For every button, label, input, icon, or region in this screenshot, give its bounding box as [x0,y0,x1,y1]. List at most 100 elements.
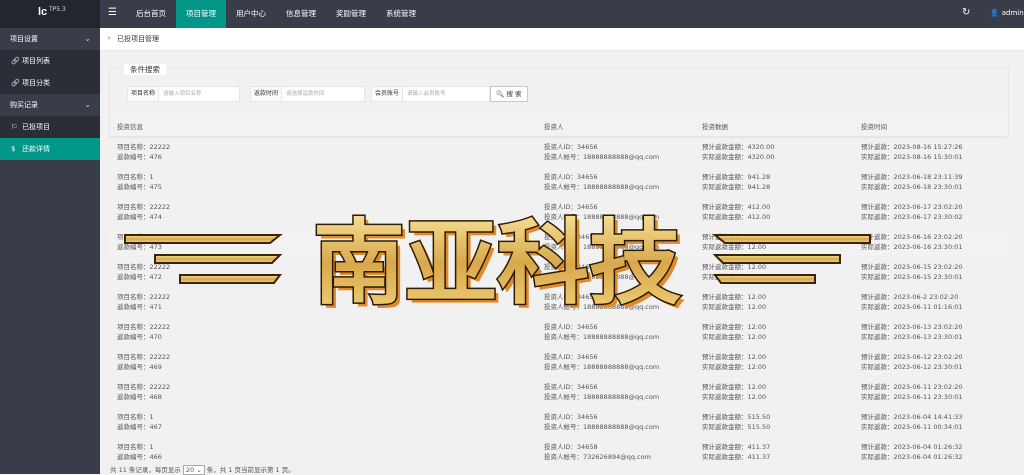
search-refund-time-input[interactable]: 请选择返款时间 [281,86,365,102]
menu-toggle-icon[interactable]: ☰ [108,7,117,18]
cell-line: 投资人帐号：18888888888@qq.com [544,392,660,401]
table-row: 项目名称：22222 返款编号：474 投资人ID：34656 投资人帐号：18888… [110,196,1006,227]
cell-line: 投资人帐号：18888888888@qq.com [544,362,660,371]
cell-line: 实际返款：2023-06-11 00:34:01 [861,422,963,431]
user-menu[interactable]: 👤 admin [990,9,1024,17]
sidebar-item-project-category[interactable]: 🔗 项目分类 [0,72,100,94]
cell-investment-info: 项目名称：1 返款编号：467 [110,406,537,437]
search-member-account-label: 会员账号 [371,86,404,102]
cell-investment-info: 项目名称：22222 返款编号：469 [110,346,537,377]
cell-line: 预计返款：2023-06-16 23:02:20 [861,232,963,241]
cell-line: 预计返款：2023-06-2 23:02:20 [861,292,959,301]
cell-line: 返款编号：475 [117,182,162,191]
table-row: 项目名称：22222 返款编号：470 投资人ID：34656 投资人帐号：18888… [110,316,1006,347]
cell-investor: 投资人ID：34656 投资人帐号：18888888888@qq.com [537,226,695,257]
table-row: 项目名称：22222 返款编号：471 投资人ID：34656 投资人帐号：18888… [110,286,1006,317]
cell-line: 返款编号：472 [117,272,162,281]
nav-item-home[interactable]: 后台首页 [126,0,176,28]
cell-investment-time: 预计返款：2023-06-13 23:02:20 实际返款：2023-06-13 … [854,316,1006,347]
cell-investor: 投资人ID：34656 投资人帐号：18888888888@qq.com [537,286,695,317]
nav-item-info[interactable]: 信息管理 [276,0,326,28]
refresh-icon[interactable]: ↻ [962,7,970,18]
search-project-name-label: 项目名称 [127,86,160,102]
sidebar-item-invested-projects[interactable]: ⚐ 已投项目 [0,116,100,138]
cell-investment-data: 预计返款金额：12.00 实际返款金额：12.00 [695,376,854,407]
cell-line: 实际返款金额：12.00 [702,332,767,341]
cell-line: 预计返款金额：4320.00 [702,142,775,151]
cell-line: 实际返款：2023-06-11 23:30:01 [861,392,963,401]
pagination: 共 11 条记录，每页显示 20 ⌄ 条，共 1 页当前显示第 1 页。 [110,464,295,475]
sidebar-item-repayment-details[interactable]: $ 还款详情 [0,138,100,160]
cell-line: 投资人ID：34656 [544,142,598,151]
cell-line: 项目名称：22222 [117,322,171,331]
cell-investment-data: 预计返款金额：12.00 实际返款金额：12.00 [695,226,854,257]
nav-item-rewards[interactable]: 奖励管理 [326,0,376,28]
cell-investment-time: 预计返款：2023-08-16 15:27:26 实际返款：2023-08-16 … [854,136,1006,167]
cell-line: 预计返款金额：411.37 [702,442,771,451]
cell-investor: 投资人ID：34656 投资人帐号：18888888888@qq.com [537,346,695,377]
cell-line: 实际返款：2023-06-15 23:30:01 [861,272,963,281]
cell-investment-data: 预计返款金额：4320.00 实际返款金额：4320.00 [695,136,854,167]
sidebar-item-project-list[interactable]: 🔗 项目列表 [0,50,100,72]
cell-line: 返款编号：474 [117,212,162,221]
cell-line: 预计返款：2023-06-12 23:02:20 [861,352,963,361]
cell-line: 实际返款：2023-06-12 23:30:01 [861,362,963,371]
cell-line: 实际返款金额：941.28 [702,182,771,191]
cell-line: 预计返款：2023-06-04 14:41:33 [861,412,963,421]
cell-line: 投资人ID：34656 [544,232,598,241]
cell-investment-info: 项目名称：1 返款编号：475 [110,166,537,197]
cell-line: 实际返款金额：411.37 [702,452,771,461]
cell-investor: 投资人ID：34658 投资人帐号：732626894@qq.com [537,436,695,467]
cell-line: 投资人帐号：18888888888@qq.com [544,332,660,341]
sidebar-group-project-settings[interactable]: 项目设置 ⌄ [0,28,100,50]
cell-line: 返款编号：467 [117,422,162,431]
nav-item-projects[interactable]: 项目管理 [176,0,226,28]
nav-item-system[interactable]: 系统管理 [376,0,426,28]
sidebar-item-label: 项目列表 [22,57,50,65]
search-icon: 🔍 [496,90,505,98]
cell-line: 投资人ID：34656 [544,172,598,181]
search-button[interactable]: 🔍 搜 索 [490,86,528,102]
sidebar-group-label: 购买记录 [10,101,38,109]
cell-line: 实际返款：2023-06-13 23:30:01 [861,332,963,341]
cell-line: 返款编号：469 [117,362,162,371]
search-project-name-input[interactable]: 请输入项目名称 [158,86,240,102]
cell-line: 项目名称：1 [117,172,154,181]
cell-investor: 投资人ID：34656 投资人帐号：18888888888@qq.com [537,196,695,227]
nav-item-users[interactable]: 用户中心 [226,0,276,28]
cell-line: 预计返款金额：412.00 [702,202,771,211]
pagination-after: 条，共 1 页当前显示第 1 页。 [206,466,295,474]
cell-line: 项目名称：22222 [117,202,171,211]
cell-line: 项目名称：22222 [117,232,171,241]
cell-line: 投资人ID：34656 [544,262,598,271]
sidebar-group-purchase-records[interactable]: 购买记录 ⌄ [0,94,100,116]
cell-investment-time: 预计返款：2023-06-16 23:02:20 实际返款：2023-06-16 … [854,226,1006,257]
cell-line: 投资人帐号：18888888888@qq.com [544,302,660,311]
cell-line: 返款编号：473 [117,242,162,251]
user-icon: 👤 [990,9,999,17]
cell-investment-info: 项目名称：22222 返款编号：472 [110,256,537,287]
cell-line: 预计返款：2023-06-13 23:02:20 [861,322,963,331]
sidebar-item-label: 已投项目 [22,123,50,131]
logo[interactable]: lc TP5.3 [0,0,100,28]
cell-investor: 投资人ID：34656 投资人帐号：18888888888@qq.com [537,166,695,197]
cell-line: 项目名称：1 [117,412,154,421]
cell-line: 预计返款：2023-06-11 23:02:20 [861,382,963,391]
cell-line: 项目名称：22222 [117,262,171,271]
search-member-account-input[interactable]: 请输入会员账号 [402,86,490,102]
cell-line: 投资人ID：34656 [544,202,598,211]
cell-line: 实际返款金额：412.00 [702,212,771,221]
table-row: 项目名称：22222 返款编号：468 投资人ID：34656 投资人帐号：18888… [110,376,1006,407]
search-legend: 条件搜索 [124,64,166,75]
cell-investor: 投资人ID：34656 投资人帐号：18888888888@qq.com [537,316,695,347]
cell-line: 项目名称：22222 [117,352,171,361]
top-nav: 后台首页 项目管理 用户中心 信息管理 奖励管理 系统管理 [126,0,426,28]
breadcrumb-current[interactable]: 已投项目管理 [117,34,159,44]
cell-investment-info: 项目名称：22222 返款编号：471 [110,286,537,317]
table-row: 项目名称：22222 返款编号：473 投资人ID：34656 投资人帐号：18888… [110,226,1006,257]
chevron-down-icon: ⌄ [84,100,91,109]
cell-investment-time: 预计返款：2023-06-17 23:02:20 实际返款：2023-06-17 … [854,196,1006,227]
cell-investment-data: 预计返款金额：411.37 实际返款金额：411.37 [695,436,854,467]
cell-line: 预计返款：2023-06-15 23:02:20 [861,262,963,271]
cell-investor: 投资人ID：34656 投资人帐号：18888888888@qq.com [537,136,695,167]
